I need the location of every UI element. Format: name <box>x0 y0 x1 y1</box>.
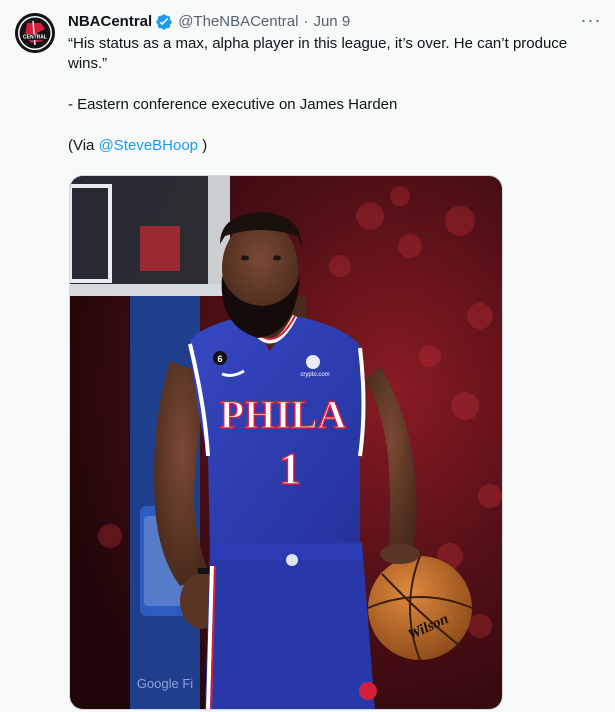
more-options-icon[interactable]: ··· <box>577 8 605 32</box>
meta-separator: · <box>303 13 309 30</box>
tweet-header: NBACentral @TheNBACentral · Jun 9 <box>68 12 605 32</box>
tweet-date[interactable]: Jun 9 <box>313 12 350 32</box>
author-handle[interactable]: @TheNBACentral <box>178 12 298 32</box>
avatar-text: CENTRAL <box>23 35 47 41</box>
tweet-photo[interactable]: Google Fi 6 crypto.com PHILA 1 Wilson <box>69 175 503 710</box>
jersey-text: PHILA <box>220 392 347 437</box>
avatar-logo-icon: CENTRAL <box>15 13 55 53</box>
tweet-quote: “His status as a max, alpha player in th… <box>68 35 568 72</box>
via-suffix: ) <box>198 137 208 154</box>
tweet-via-line: (Via @SteveBHoop ) <box>68 136 608 156</box>
courtside-ad-text: Google Fi <box>137 676 193 691</box>
tweet-content: NBACentral @TheNBACentral · Jun 9 ··· “H… <box>68 10 608 156</box>
player-photo-image: Google Fi 6 crypto.com PHILA 1 Wilson <box>70 176 502 709</box>
mention-link[interactable]: @SteveBHoop <box>99 137 198 154</box>
jersey-number-text: 1 <box>279 443 302 494</box>
via-prefix: (Via <box>68 137 99 154</box>
author-display-name[interactable]: NBACentral <box>68 12 152 32</box>
patch-number-text: 6 <box>217 354 222 364</box>
tweet-attribution: - Eastern conference executive on James … <box>68 96 398 113</box>
sponsor-text: crypto.com <box>300 372 329 378</box>
verified-badge-icon <box>155 13 173 31</box>
tweet-card[interactable]: CENTRAL NBACentral @TheNBACentral · Jun … <box>0 0 615 712</box>
author-avatar[interactable]: CENTRAL <box>15 13 55 53</box>
tweet-text: “His status as a max, alpha player in th… <box>68 34 608 156</box>
